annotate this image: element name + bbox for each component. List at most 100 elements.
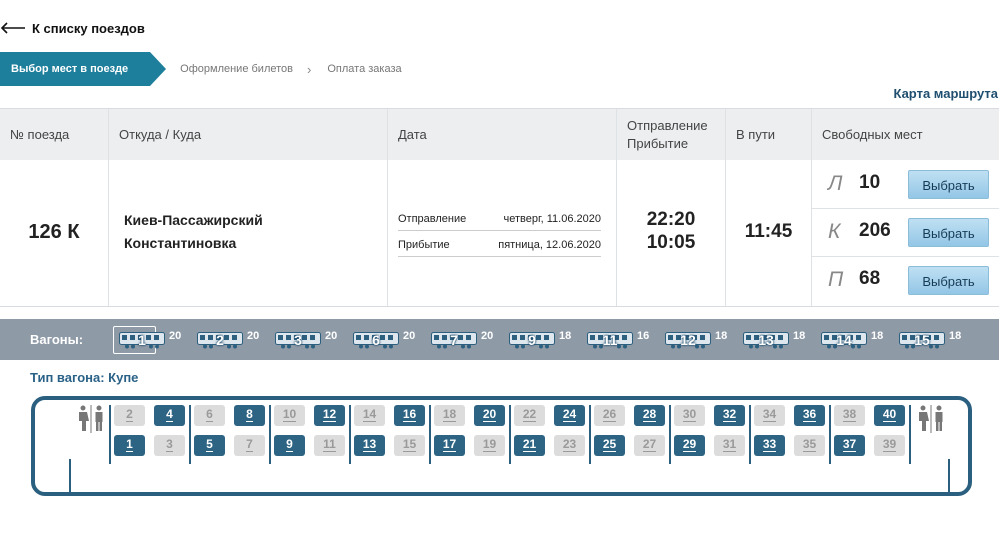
step-ticket-details[interactable]: Оформление билетов (180, 63, 293, 75)
seat-23: 23 (554, 435, 585, 456)
wagons-label: Вагоны: (30, 332, 84, 347)
wagon-free-count: 16 (637, 330, 650, 342)
car-end-wall (69, 459, 71, 496)
seat-2: 2 (114, 405, 145, 426)
seat-8[interactable]: 8 (234, 405, 265, 426)
compartment-divider (589, 405, 591, 464)
seat-number: 14 (362, 407, 377, 422)
seat-24[interactable]: 24 (554, 405, 585, 426)
seat-number: 9 (286, 437, 293, 452)
choose-platskart-button[interactable]: Выбрать (908, 266, 989, 295)
seat-35: 35 (794, 435, 825, 456)
wagon-number: 1 (138, 332, 146, 348)
compartment-divider (749, 405, 751, 464)
route-to: Константиновка (124, 235, 237, 251)
seat-4[interactable]: 4 (154, 405, 185, 426)
seat-32[interactable]: 32 (714, 405, 745, 426)
seat-number: 17 (442, 437, 457, 452)
header-departure: Отправление (627, 117, 708, 133)
train-route: Киев-Пассажирский Константиновка (124, 209, 263, 255)
seat-13[interactable]: 13 (354, 435, 385, 456)
compartment-divider (109, 405, 111, 464)
choose-lux-button[interactable]: Выбрать (908, 170, 989, 199)
seat-6: 6 (194, 405, 225, 426)
seat-19: 19 (474, 435, 505, 456)
wagon-free-count: 20 (169, 330, 182, 342)
seat-7: 7 (234, 435, 265, 456)
seat-14: 14 (354, 405, 385, 426)
seat-29[interactable]: 29 (674, 435, 705, 456)
seat-17[interactable]: 17 (434, 435, 465, 456)
choose-kupe-button[interactable]: Выбрать (908, 218, 989, 247)
seat-18: 18 (434, 405, 465, 426)
wagon-number: 7 (450, 332, 458, 348)
seat-25[interactable]: 25 (594, 435, 625, 456)
seat-number: 15 (402, 437, 417, 452)
arrival-date-label: Прибытие (398, 239, 450, 251)
seat-40[interactable]: 40 (874, 405, 905, 426)
seat-number: 35 (802, 437, 817, 452)
seat-number: 20 (482, 407, 497, 422)
route-from: Киев-Пассажирский (124, 212, 263, 228)
arrow-left-icon (0, 22, 25, 34)
step-payment[interactable]: Оплата заказа (327, 63, 401, 75)
seat-34: 34 (754, 405, 785, 426)
seat-number: 12 (322, 407, 337, 422)
class-code: П (828, 268, 844, 291)
wagon-number: 15 (914, 332, 930, 348)
seat-37[interactable]: 37 (834, 435, 865, 456)
seat-22: 22 (514, 405, 545, 426)
seat-5[interactable]: 5 (194, 435, 225, 456)
departure-time: 22:20 (646, 209, 696, 230)
class-code: Л (828, 172, 843, 195)
seat-12[interactable]: 12 (314, 405, 345, 426)
wagon-type-label: Тип вагона: Купе (30, 370, 139, 385)
seat-27: 27 (634, 435, 665, 456)
back-link-label: К списку поездов (32, 20, 145, 36)
seat-33[interactable]: 33 (754, 435, 785, 456)
seat-number: 25 (602, 437, 617, 452)
class-row-kupe: К 206 Выбрать (812, 208, 999, 256)
wagon-number: 11 (602, 332, 618, 348)
wagon-free-count: 18 (793, 330, 806, 342)
seat-number: 31 (722, 437, 737, 452)
seat-number: 6 (206, 407, 213, 422)
wagon-number: 12 (680, 332, 696, 348)
arrival-date-row: Прибытие пятница, 12.06.2020 (398, 239, 601, 257)
seat-1[interactable]: 1 (114, 435, 145, 456)
compartment-divider (669, 405, 671, 464)
restroom-icon (76, 405, 106, 438)
header-free-seats: Свободных мест (822, 127, 923, 142)
seat-number: 29 (682, 437, 697, 452)
seat-number: 36 (802, 407, 817, 422)
class-free-count: 10 (859, 172, 881, 193)
back-to-train-list-link[interactable]: К списку поездов (0, 17, 145, 39)
seat-number: 38 (842, 407, 857, 422)
seat-number: 16 (402, 407, 417, 422)
seat-39: 39 (874, 435, 905, 456)
seat-number: 34 (762, 407, 777, 422)
train-number: 126 К (28, 220, 80, 243)
seat-36[interactable]: 36 (794, 405, 825, 426)
seat-number: 13 (362, 437, 377, 452)
route-map-link[interactable]: Карта маршрута (893, 86, 998, 101)
seat-28[interactable]: 28 (634, 405, 665, 426)
seat-number: 26 (602, 407, 617, 422)
seat-number: 11 (323, 437, 336, 452)
seat-number: 19 (482, 437, 497, 452)
seat-21[interactable]: 21 (514, 435, 545, 456)
wagon-number: 13 (758, 332, 774, 348)
seat-number: 30 (682, 407, 697, 422)
seat-number: 8 (246, 407, 253, 422)
wagon-free-count: 18 (559, 330, 572, 342)
compartment-divider (509, 405, 511, 464)
seat-16[interactable]: 16 (394, 405, 425, 426)
seat-30: 30 (674, 405, 705, 426)
compartment-divider (429, 405, 431, 464)
seat-9[interactable]: 9 (274, 435, 305, 456)
seat-20[interactable]: 20 (474, 405, 505, 426)
class-free-count: 206 (859, 220, 891, 241)
seat-number: 5 (206, 437, 213, 452)
seat-number: 33 (762, 437, 777, 452)
seat-number: 10 (282, 407, 297, 422)
